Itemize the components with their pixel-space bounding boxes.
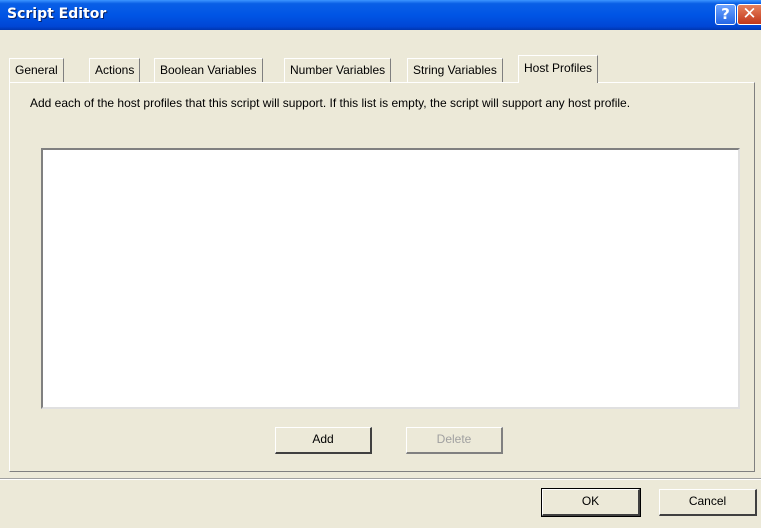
host-profiles-list[interactable] xyxy=(41,148,740,409)
tab-general[interactable]: General xyxy=(9,58,64,82)
tab-actions[interactable]: Actions xyxy=(89,58,141,82)
add-button[interactable]: Add xyxy=(275,427,372,454)
host-profiles-description: Add each of the host profiles that this … xyxy=(30,96,631,110)
ok-button-label: OK xyxy=(581,494,600,508)
ok-button[interactable]: OK xyxy=(541,488,641,517)
title-bar[interactable]: Script Editor ? ✕ xyxy=(0,0,761,30)
tab-boolean-variables[interactable]: Boolean Variables xyxy=(154,58,263,82)
footer-divider xyxy=(0,478,761,480)
tab-string-variables[interactable]: String Variables xyxy=(407,58,503,82)
help-button[interactable]: ? xyxy=(715,4,736,25)
close-button[interactable]: ✕ xyxy=(737,4,761,25)
add-button-label: Add xyxy=(312,432,334,446)
cancel-button-label: Cancel xyxy=(688,494,727,508)
window-title: Script Editor xyxy=(7,6,107,22)
delete-button[interactable]: Delete xyxy=(406,427,503,454)
delete-button-label: Delete xyxy=(436,432,472,446)
tab-host-profiles[interactable]: Host Profiles xyxy=(518,55,599,83)
script-editor-window: Script Editor ? ✕ General Actions Boolea… xyxy=(0,0,761,528)
cancel-button[interactable]: Cancel xyxy=(659,489,757,516)
tab-number-variables[interactable]: Number Variables xyxy=(284,58,392,82)
